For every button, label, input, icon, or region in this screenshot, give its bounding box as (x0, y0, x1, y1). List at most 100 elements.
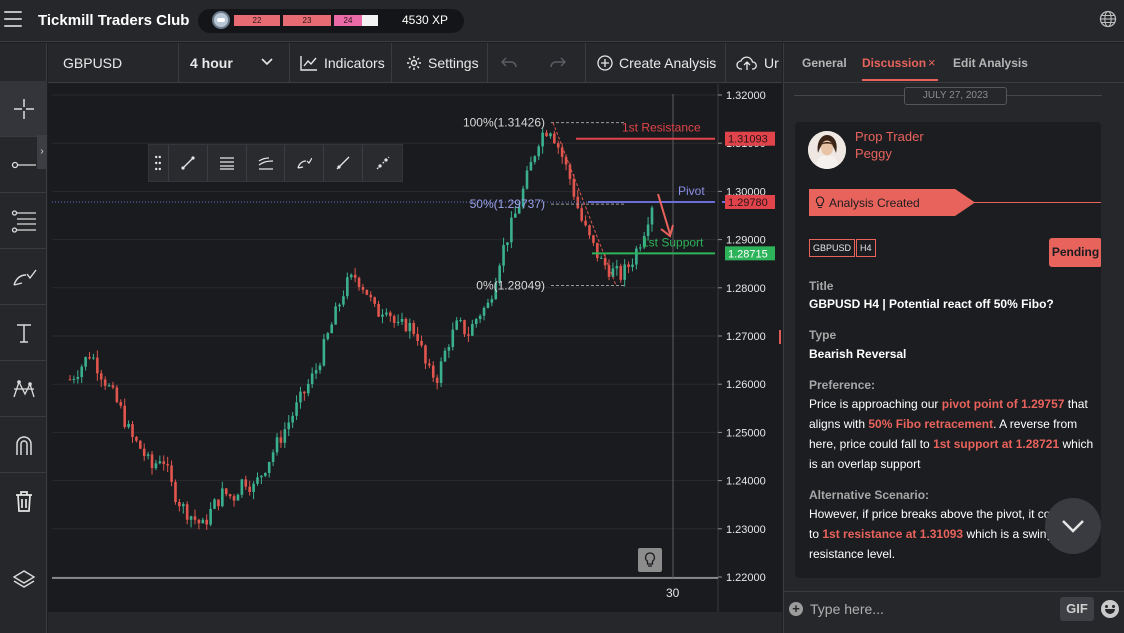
candle-body (193, 516, 197, 520)
candle-body (361, 287, 365, 290)
channel-tool[interactable] (247, 145, 286, 181)
author-name[interactable]: Peggy (855, 146, 892, 161)
gif-button[interactable]: GIF (1060, 597, 1094, 621)
candle-body (162, 461, 166, 464)
text-tool[interactable] (0, 305, 47, 361)
level-24-remaining (362, 15, 378, 26)
undo-icon (501, 57, 517, 68)
indicators-label: Indicators (324, 55, 385, 71)
candle-body (596, 242, 599, 258)
candle-body (236, 494, 240, 501)
add-attachment-icon[interactable]: + (789, 602, 803, 616)
alternative-segment-highlight: 1st resistance at 1.31093 (822, 527, 964, 541)
symbol-selector[interactable]: GBPUSD (48, 43, 179, 83)
candle-body (580, 208, 583, 221)
globe-icon[interactable] (1099, 10, 1117, 28)
candle-body (84, 357, 87, 367)
candle-body (217, 499, 220, 507)
indicators-button[interactable]: Indicators (290, 43, 392, 83)
brush-draw-tool[interactable] (285, 145, 325, 181)
candle-body (146, 454, 150, 456)
level-label: 1st Support (642, 235, 704, 249)
candle-body (142, 448, 146, 456)
candle-body (502, 245, 505, 266)
candle-body (139, 440, 142, 449)
level-badge-icon (212, 11, 230, 29)
candle-body (306, 384, 310, 394)
message-input[interactable] (810, 600, 1060, 618)
channel-icon (258, 157, 273, 170)
lines-tool[interactable] (208, 145, 247, 181)
drag-handle[interactable] (149, 145, 169, 181)
timeframe-tag: H4 (856, 239, 876, 257)
candle-body (103, 379, 107, 386)
ray-icon (336, 156, 350, 170)
undo-button[interactable] (488, 43, 536, 83)
horizontal-line-tool[interactable] (0, 137, 47, 193)
delete-tool[interactable] (0, 473, 47, 529)
candle-body (599, 257, 603, 259)
create-analysis-button[interactable]: Create Analysis (586, 43, 726, 83)
candle-body (197, 519, 201, 524)
x-tick-label: 30 (666, 586, 680, 600)
emoji-icon[interactable] (1101, 600, 1119, 618)
candle-body (99, 373, 103, 380)
price-badge-label: 1.31093 (728, 134, 768, 146)
chevron-down-icon (1062, 520, 1084, 533)
candle-body (447, 347, 451, 351)
candle-body (619, 265, 623, 280)
candle-body (439, 361, 443, 383)
avatar[interactable] (808, 131, 846, 169)
chart-toolbar: GBPUSD 4 hour Indicators Settings Create… (48, 43, 782, 83)
candle-body (318, 365, 322, 371)
candle-body (467, 334, 470, 336)
candle-body (416, 334, 419, 341)
candle-body (326, 333, 330, 340)
scroll-down-button[interactable] (1045, 498, 1101, 554)
timeframe-dropdown[interactable]: 4 hour (179, 43, 290, 83)
lightbulb-icon (815, 196, 825, 209)
candle-body (482, 307, 486, 316)
magnet-tool[interactable] (0, 417, 47, 473)
candle-body (240, 479, 244, 495)
candle-body (111, 385, 115, 388)
y-tick-label: 1.27000 (726, 331, 766, 343)
candle-body (150, 454, 154, 469)
drawing-floating-toolbar (148, 144, 403, 182)
close-tab-icon[interactable]: × (928, 55, 936, 70)
candle-body (408, 322, 412, 332)
redo-button[interactable] (536, 43, 586, 83)
layers-tool[interactable] (0, 551, 47, 607)
candle-body (556, 143, 560, 148)
tab-edit-analysis[interactable]: Edit Analysis (953, 56, 1028, 70)
fibonacci-tool[interactable] (0, 193, 47, 249)
tab-discussion[interactable]: Discussion (862, 56, 926, 70)
candle-body (68, 379, 72, 381)
candle-body (76, 377, 80, 379)
app-title: Tickmill Traders Club (38, 12, 190, 29)
lines-icon (219, 157, 234, 170)
ray-tool[interactable] (324, 145, 364, 181)
candle-body (264, 472, 267, 476)
candle-body (96, 357, 99, 374)
trendline-tool[interactable] (169, 145, 208, 181)
upload-button[interactable]: Ur (726, 43, 782, 83)
settings-button[interactable]: Settings (392, 43, 488, 83)
fibonacci-icon (11, 209, 36, 233)
pattern-tool[interactable] (0, 361, 47, 417)
type-label: Type (809, 328, 837, 342)
extended-line-tool[interactable] (363, 145, 402, 181)
candle-body (154, 463, 158, 469)
crosshair-tool[interactable] (0, 81, 47, 137)
candle-body (88, 357, 91, 359)
candle-body (529, 161, 533, 171)
menu-icon[interactable] (4, 11, 22, 27)
candle-body (541, 132, 544, 147)
candle-body (611, 268, 615, 277)
candle-body (564, 156, 568, 165)
idea-button[interactable] (638, 548, 662, 572)
tab-general[interactable]: General (802, 56, 847, 70)
candle-body (310, 373, 314, 385)
brush-tool[interactable] (0, 249, 47, 305)
active-tab-indicator (862, 79, 938, 81)
